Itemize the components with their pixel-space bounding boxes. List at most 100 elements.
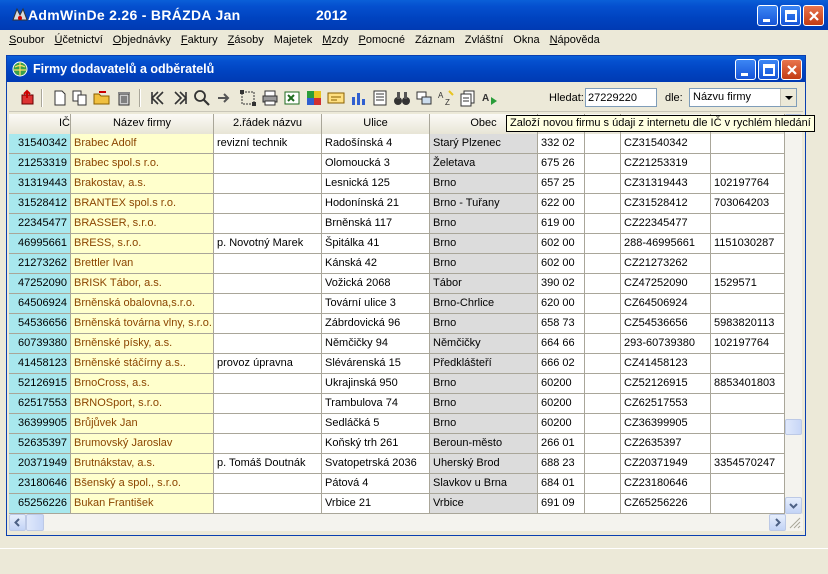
table-cell[interactable]: CZ36399905 <box>621 414 711 434</box>
table-cell[interactable]: 293-60739380 <box>621 334 711 354</box>
table-cell[interactable] <box>585 474 621 494</box>
table-cell[interactable]: 102197764 <box>711 334 785 354</box>
table-cell[interactable] <box>585 414 621 434</box>
table-row[interactable]: 31528412 BRANTEX spol.s r.o. Hodonínská 21… <box>9 194 785 214</box>
scroll-down-button[interactable] <box>785 497 802 514</box>
table-cell[interactable]: CZ21253319 <box>621 154 711 174</box>
table-cell[interactable]: CZ20371949 <box>621 454 711 474</box>
menu-item[interactable]: Majetek <box>269 34 318 46</box>
table-cell[interactable]: Vrbice <box>430 494 538 514</box>
table-cell[interactable]: 47252090 <box>9 274 71 294</box>
table-cell[interactable]: 62517553 <box>9 394 71 414</box>
table-cell[interactable] <box>585 134 621 154</box>
table-cell[interactable]: 1529571 <box>711 274 785 294</box>
table-cell[interactable]: BRISK Tábor, a.s. <box>71 274 214 294</box>
table-cell[interactable]: 21253319 <box>9 154 71 174</box>
table-cell[interactable]: Brněnská továrna vlny, s.r.o. <box>71 314 214 334</box>
table-cell[interactable]: BRASSER, s.r.o. <box>71 214 214 234</box>
table-cell[interactable]: Brno <box>430 214 538 234</box>
table-cell[interactable] <box>711 254 785 274</box>
report-icon[interactable] <box>371 89 389 107</box>
table-cell[interactable]: CZ31319443 <box>621 174 711 194</box>
table-cell[interactable] <box>585 174 621 194</box>
open-folder-icon[interactable] <box>93 89 111 107</box>
table-cell[interactable]: Beroun-město <box>430 434 538 454</box>
table-cell[interactable]: Brettler Ivan <box>71 254 214 274</box>
table-row[interactable]: 23180646 Bšenský a spol., s.r.o. Pátová 4S… <box>9 474 785 494</box>
table-cell[interactable]: 3354570247 <box>711 454 785 474</box>
table-row[interactable]: 22345477 BRASSER, s.r.o. Brněnská 117 Brno 6… <box>9 214 785 234</box>
colored-grid-icon[interactable] <box>305 89 323 107</box>
table-cell[interactable]: Uherský Brod <box>430 454 538 474</box>
table-cell[interactable] <box>585 354 621 374</box>
table-cell[interactable] <box>585 294 621 314</box>
table-cell[interactable]: BRESS, s.r.o. <box>71 234 214 254</box>
table-row[interactable]: 31540342 Brabec Adolf revizní technik Radoš… <box>9 134 785 154</box>
table-cell[interactable]: Kánská 42 <box>322 254 430 274</box>
table-cell[interactable] <box>711 414 785 434</box>
table-cell[interactable]: Brněnské stáčírny a.s.. <box>71 354 214 374</box>
table-cell[interactable]: Brabec spol.s r.o. <box>71 154 214 174</box>
table-row[interactable]: 54536656 Brněnská továrna vlny, s.r.o. Záb… <box>9 314 785 334</box>
table-cell[interactable]: 60200 <box>538 414 585 434</box>
table-cell[interactable]: Želetava <box>430 154 538 174</box>
table-cell[interactable] <box>711 474 785 494</box>
table-cell[interactable]: p. Novotný Marek <box>214 234 322 254</box>
table-cell[interactable]: 31319443 <box>9 174 71 194</box>
table-cell[interactable] <box>585 194 621 214</box>
table-row[interactable]: 31319443 Brakostav, a.s. Lesnická 125 Brno 6… <box>9 174 785 194</box>
menu-item[interactable]: Objednávky <box>108 34 176 46</box>
table-cell[interactable]: CZ62517553 <box>621 394 711 414</box>
table-cell[interactable]: CZ22345477 <box>621 214 711 234</box>
column-header[interactable]: IČ <box>9 114 71 134</box>
table-cell[interactable]: Předklášteří <box>430 354 538 374</box>
table-cell[interactable]: Vožická 2068 <box>322 274 430 294</box>
search-by-select[interactable]: Názvu firmy <box>689 88 797 107</box>
table-cell[interactable]: 266 01 <box>538 434 585 454</box>
hscroll-thumb[interactable] <box>26 514 44 531</box>
table-cell[interactable] <box>214 314 322 334</box>
table-cell[interactable]: Tovární ulice 3 <box>322 294 430 314</box>
table-cell[interactable]: Brumovský Jaroslav <box>71 434 214 454</box>
menu-item[interactable]: Okna <box>508 34 544 46</box>
table-cell[interactable]: Němčičky 94 <box>322 334 430 354</box>
table-cell[interactable]: 703064203 <box>711 194 785 214</box>
table-cell[interactable]: Němčičky <box>430 334 538 354</box>
table-cell[interactable]: 41458123 <box>9 354 71 374</box>
table-row[interactable]: 21253319 Brabec spol.s r.o. Olomoucká 3 Žel… <box>9 154 785 174</box>
table-cell[interactable]: 332 02 <box>538 134 585 154</box>
table-cell[interactable] <box>214 254 322 274</box>
column-header[interactable]: Ulice <box>322 114 430 134</box>
internet-new-company-icon[interactable]: A <box>481 89 499 107</box>
table-cell[interactable] <box>214 154 322 174</box>
table-cell[interactable]: CZ21273262 <box>621 254 711 274</box>
table-cell[interactable]: 619 00 <box>538 214 585 234</box>
table-cell[interactable] <box>214 474 322 494</box>
table-cell[interactable]: Sedláčká 5 <box>322 414 430 434</box>
table-cell[interactable]: Ukrajinská 950 <box>322 374 430 394</box>
windows-icon[interactable] <box>415 89 433 107</box>
table-row[interactable]: 64506924 Brněnská obalovna,s.r.o. Tovární … <box>9 294 785 314</box>
table-cell[interactable]: 52635397 <box>9 434 71 454</box>
table-cell[interactable] <box>711 134 785 154</box>
last-record-icon[interactable] <box>171 89 189 107</box>
table-row[interactable]: 46995661 BRESS, s.r.o. p. Novotný Marek Špi… <box>9 234 785 254</box>
menu-item[interactable]: Soubor <box>4 34 49 46</box>
table-cell[interactable]: 22345477 <box>9 214 71 234</box>
table-cell[interactable]: Špitálka 41 <box>322 234 430 254</box>
table-cell[interactable]: revizní technik <box>214 134 322 154</box>
table-cell[interactable]: Brno <box>430 394 538 414</box>
documents-icon[interactable] <box>459 89 477 107</box>
new-document-icon[interactable] <box>51 89 69 107</box>
window-minimize-button[interactable] <box>735 59 756 80</box>
table-row[interactable]: 47252090 BRISK Tábor, a.s. Vožická 2068 Táb… <box>9 274 785 294</box>
table-cell[interactable]: Olomoucká 3 <box>322 154 430 174</box>
menu-item[interactable]: Faktury <box>176 34 223 46</box>
table-cell[interactable]: Lesnická 125 <box>322 174 430 194</box>
table-cell[interactable]: 602 00 <box>538 234 585 254</box>
table-cell[interactable] <box>214 294 322 314</box>
window-close-button[interactable] <box>781 59 802 80</box>
table-cell[interactable] <box>214 194 322 214</box>
menu-item[interactable]: Nápověda <box>545 34 605 46</box>
table-cell[interactable]: 102197764 <box>711 174 785 194</box>
